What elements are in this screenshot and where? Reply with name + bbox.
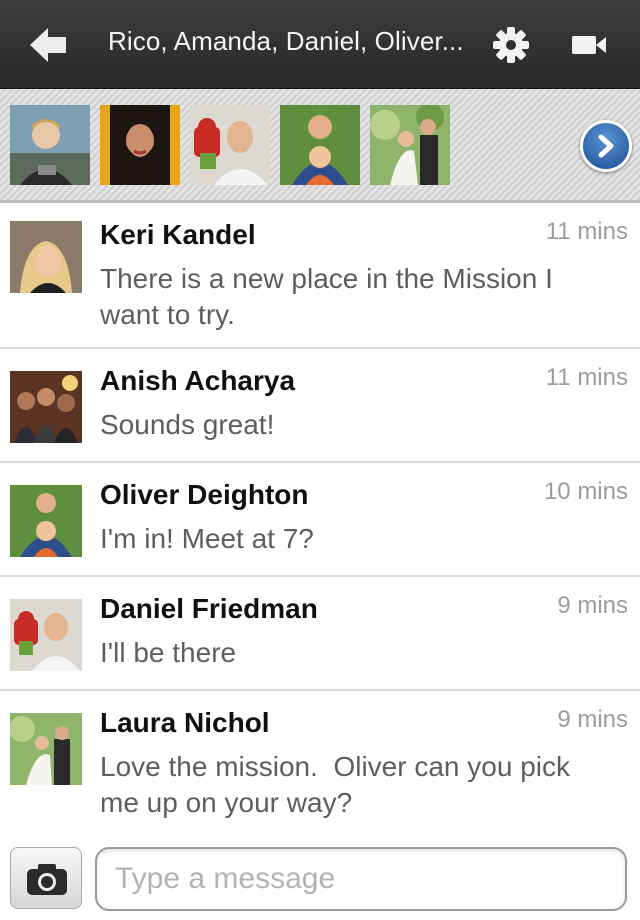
- sender-name: Keri Kandel: [100, 219, 256, 250]
- message-item[interactable]: Anish Acharya 11 mins Sounds great!: [0, 349, 640, 463]
- sender-avatar: [10, 221, 82, 293]
- participant-avatar[interactable]: [10, 105, 90, 185]
- message-text: Sounds great!: [100, 409, 275, 440]
- message-text: I'm in! Meet at 7?: [100, 523, 314, 554]
- message-text: There is a new place in the Mission I wa…: [100, 263, 553, 330]
- sender-avatar: [10, 485, 82, 557]
- message-time: 11 mins: [545, 218, 628, 245]
- sender-name: Anish Acharya: [100, 365, 296, 396]
- attach-photo-button[interactable]: [10, 847, 82, 909]
- camera-icon: [27, 864, 67, 895]
- sender-avatar: [10, 371, 82, 443]
- participant-avatar[interactable]: [190, 105, 270, 185]
- sender-avatar: [10, 713, 82, 785]
- message-item[interactable]: Keri Kandel 11 mins There is a new place…: [0, 203, 640, 349]
- video-camera-icon: [572, 36, 606, 54]
- message-text: Love the mission. Oliver can you pick me…: [100, 751, 578, 818]
- gear-icon: [493, 27, 529, 63]
- settings-button[interactable]: [490, 24, 532, 66]
- message-composer: [0, 843, 640, 920]
- participants-strip: [0, 89, 640, 203]
- chevron-right-icon: [598, 134, 614, 158]
- back-arrow-icon: [30, 28, 66, 62]
- message-text: I'll be there: [100, 637, 237, 668]
- message-item[interactable]: Oliver Deighton 10 mins I'm in! Meet at …: [0, 463, 640, 577]
- video-call-button[interactable]: [570, 30, 610, 60]
- conversation-title[interactable]: Rico, Amanda, Daniel, Oliver...: [108, 26, 468, 57]
- message-time: 9 mins: [557, 706, 628, 733]
- message-item[interactable]: Laura Nichol 9 mins Love the mission. Ol…: [0, 691, 640, 845]
- sender-name: Daniel Friedman: [100, 593, 318, 624]
- sender-name: Laura Nichol: [100, 707, 270, 738]
- sender-name: Oliver Deighton: [100, 479, 309, 510]
- header-bar: Rico, Amanda, Daniel, Oliver...: [0, 0, 640, 89]
- more-participants-button[interactable]: [580, 120, 632, 172]
- message-time: 10 mins: [543, 478, 628, 505]
- participant-avatar[interactable]: [370, 103, 450, 185]
- message-time: 11 mins: [545, 364, 628, 391]
- message-item[interactable]: Daniel Friedman 9 mins I'll be there: [0, 577, 640, 691]
- message-list: Keri Kandel 11 mins There is a new place…: [0, 203, 640, 845]
- participant-avatar[interactable]: [100, 105, 180, 185]
- message-time: 9 mins: [557, 592, 628, 619]
- sender-avatar: [10, 599, 82, 671]
- back-button[interactable]: [26, 22, 72, 68]
- participant-avatar[interactable]: [280, 105, 360, 185]
- message-input[interactable]: [95, 847, 627, 911]
